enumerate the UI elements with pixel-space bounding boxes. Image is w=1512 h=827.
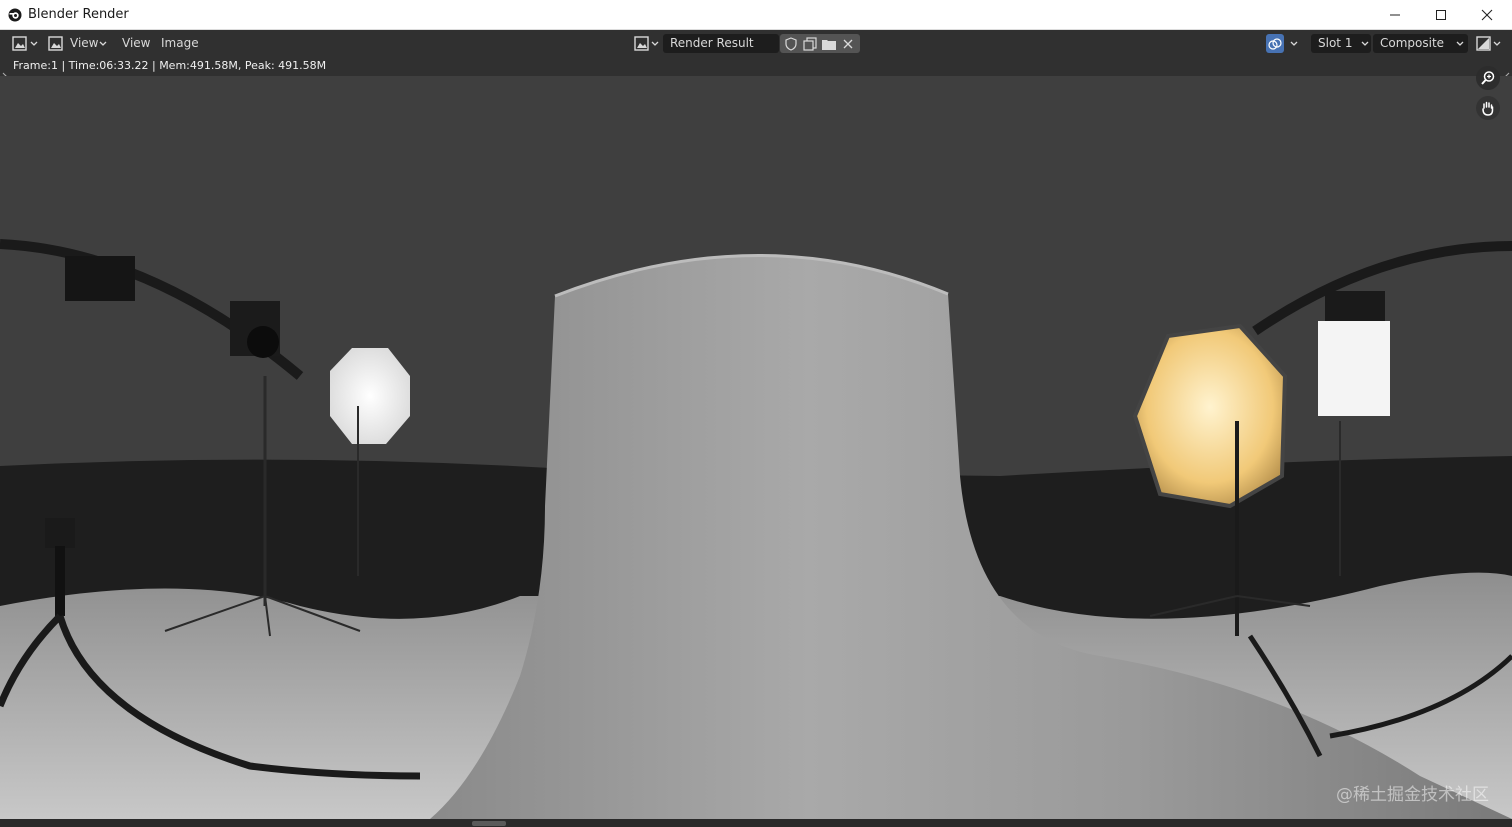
duplicate-icon[interactable] <box>802 36 818 52</box>
unlink-close-icon[interactable] <box>842 38 854 50</box>
close-icon <box>1481 9 1493 21</box>
channels-chevron-down-icon[interactable] <box>1290 41 1298 47</box>
menu-image[interactable]: Image <box>161 36 199 50</box>
open-folder-icon[interactable] <box>821 36 837 52</box>
zoom-button[interactable] <box>1476 66 1500 90</box>
display-mode-dropdown[interactable] <box>1476 34 1504 53</box>
render-viewport[interactable] <box>0 76 1512 819</box>
view-mode-icon-button[interactable] <box>48 34 64 53</box>
maximize-icon <box>1436 10 1446 20</box>
horizontal-scrollbar[interactable] <box>0 819 1512 827</box>
image-alpha-icon <box>1476 35 1501 51</box>
browse-image-button[interactable] <box>634 34 662 53</box>
image-editor-header: View View Image Render Result Slot 1 Com… <box>0 30 1512 57</box>
slot-chevron-down-icon <box>1361 41 1369 46</box>
render-result-image <box>0 76 1512 819</box>
zoom-icon <box>1481 71 1495 85</box>
view-mode-dropdown[interactable]: View <box>70 36 98 50</box>
render-layer-dropdown[interactable]: Composite <box>1373 34 1468 53</box>
minimize-icon <box>1390 14 1400 16</box>
watermark-text: @稀土掘金技术社区 <box>1336 785 1489 805</box>
menu-view[interactable]: View <box>122 36 150 50</box>
close-button[interactable] <box>1464 0 1510 30</box>
minimize-button[interactable] <box>1372 0 1418 30</box>
display-channels-button[interactable] <box>1266 34 1284 53</box>
blender-logo-icon <box>8 8 22 22</box>
image-view-icon <box>48 35 63 51</box>
pan-button[interactable] <box>1476 96 1500 120</box>
hand-pan-icon <box>1482 101 1494 116</box>
chevron-down-icon <box>99 41 107 46</box>
render-info-text: Frame:1 | Time:06:33.22 | Mem:491.58M, P… <box>13 59 327 72</box>
image-name-field[interactable]: Render Result <box>663 34 779 53</box>
editor-type-selector[interactable] <box>11 34 39 53</box>
color-channels-icon <box>1268 37 1282 50</box>
slot-dropdown[interactable]: Slot 1 <box>1311 34 1371 53</box>
layer-chevron-down-icon <box>1456 41 1464 46</box>
image-browse-icon <box>634 35 659 51</box>
fake-user-shield-icon[interactable] <box>783 36 799 52</box>
scrollbar-thumb[interactable] <box>472 821 506 826</box>
image-actions-group <box>780 34 860 53</box>
window-titlebar: Blender Render <box>0 0 1512 30</box>
image-editor-icon <box>12 35 38 51</box>
maximize-button[interactable] <box>1418 0 1464 30</box>
window-title: Blender Render <box>28 7 129 22</box>
